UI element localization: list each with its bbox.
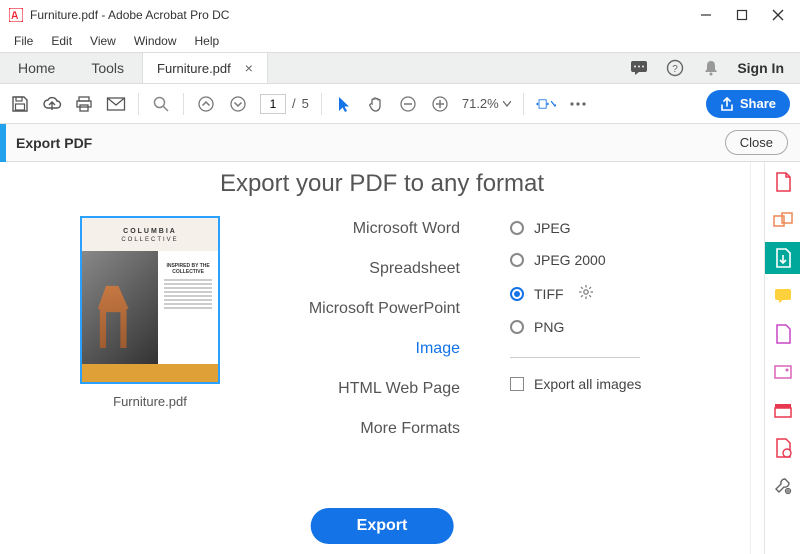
right-tools-rail	[764, 162, 800, 554]
more-tools-icon[interactable]	[773, 476, 793, 496]
bell-icon[interactable]	[701, 58, 721, 78]
page-heading: Export your PDF to any format	[0, 170, 764, 198]
close-tab-icon[interactable]: ×	[245, 60, 253, 76]
enhance-icon[interactable]	[773, 362, 793, 382]
radio-icon	[510, 320, 524, 334]
page-indicator: / 5	[260, 94, 309, 114]
page-sep: /	[292, 96, 296, 111]
menubar: File Edit View Window Help	[0, 30, 800, 52]
mail-icon[interactable]	[106, 94, 126, 114]
comment-icon[interactable]	[773, 286, 793, 306]
menu-edit[interactable]: Edit	[43, 32, 80, 50]
search-icon[interactable]	[151, 94, 171, 114]
zoom-dropdown[interactable]: 71.2%	[462, 96, 511, 111]
thumb-image	[82, 251, 158, 364]
menu-window[interactable]: Window	[126, 32, 185, 50]
menu-file[interactable]: File	[6, 32, 41, 50]
protect-icon[interactable]	[773, 400, 793, 420]
export-button[interactable]: Export	[311, 508, 454, 544]
zoom-value: 71.2%	[462, 96, 499, 111]
format-list: Microsoft Word Spreadsheet Microsoft Pow…	[270, 216, 460, 438]
thumbnail-filename: Furniture.pdf	[70, 394, 230, 409]
sign-in-link[interactable]: Sign In	[737, 60, 784, 76]
page-input[interactable]	[260, 94, 286, 114]
export-pdf-icon[interactable]	[773, 248, 793, 268]
format-image[interactable]: Image	[270, 340, 460, 358]
checkbox-icon	[510, 377, 524, 391]
combine-icon[interactable]	[773, 210, 793, 230]
help-icon[interactable]: ?	[665, 58, 685, 78]
divider	[510, 357, 640, 358]
format-html[interactable]: HTML Web Page	[270, 380, 460, 398]
option-jpeg[interactable]: JPEG	[510, 220, 641, 236]
export-panel-header: Export PDF Close	[0, 124, 800, 162]
tab-tools[interactable]: Tools	[73, 53, 142, 83]
svg-text:?: ?	[673, 64, 679, 75]
organize-icon[interactable]	[773, 324, 793, 344]
app-icon	[8, 7, 24, 23]
format-word[interactable]: Microsoft Word	[270, 220, 460, 238]
tab-document[interactable]: Furniture.pdf ×	[142, 53, 268, 83]
thumb-title: COLUMBIA	[82, 218, 218, 237]
redact-icon[interactable]	[773, 438, 793, 458]
radio-selected-icon	[510, 287, 524, 301]
scrollbar[interactable]	[750, 162, 764, 554]
radio-icon	[510, 253, 524, 267]
format-powerpoint[interactable]: Microsoft PowerPoint	[270, 300, 460, 318]
format-spreadsheet[interactable]: Spreadsheet	[270, 260, 460, 278]
settings-icon[interactable]	[578, 284, 594, 303]
option-png[interactable]: PNG	[510, 319, 641, 335]
chat-icon[interactable]	[629, 58, 649, 78]
share-icon	[720, 97, 734, 111]
maximize-button[interactable]	[724, 1, 760, 29]
menu-view[interactable]: View	[82, 32, 124, 50]
menu-help[interactable]: Help	[187, 32, 228, 50]
toolbar: / 5 71.2% Share	[0, 84, 800, 124]
format-more[interactable]: More Formats	[270, 420, 460, 438]
fit-width-icon[interactable]	[536, 94, 556, 114]
share-label: Share	[740, 96, 776, 111]
more-icon[interactable]	[568, 94, 588, 114]
tab-home[interactable]: Home	[0, 53, 73, 83]
hand-tool-icon[interactable]	[366, 94, 386, 114]
titlebar: Furniture.pdf - Adobe Acrobat Pro DC	[0, 0, 800, 30]
zoom-out-icon[interactable]	[398, 94, 418, 114]
option-export-all[interactable]: Export all images	[510, 376, 641, 392]
panel-handle	[0, 124, 6, 162]
thumb-text-panel: INSPIRED BY THE COLLECTIVE	[158, 251, 218, 364]
export-content: Export your PDF to any format COLUMBIA C…	[0, 162, 764, 554]
share-button[interactable]: Share	[706, 90, 790, 118]
close-window-button[interactable]	[760, 1, 796, 29]
page-down-icon[interactable]	[228, 94, 248, 114]
tabbar: Home Tools Furniture.pdf × ? Sign In	[0, 52, 800, 84]
cloud-icon[interactable]	[42, 94, 62, 114]
window-title: Furniture.pdf - Adobe Acrobat Pro DC	[30, 8, 229, 22]
save-icon[interactable]	[10, 94, 30, 114]
tab-document-label: Furniture.pdf	[157, 61, 231, 76]
print-icon[interactable]	[74, 94, 94, 114]
export-panel-title: Export PDF	[16, 135, 92, 151]
radio-icon	[510, 221, 524, 235]
select-tool-icon[interactable]	[334, 94, 354, 114]
image-options: JPEG JPEG 2000 TIFF PNG Export all image…	[500, 216, 641, 438]
thumb-subtitle: COLLECTIVE	[82, 237, 218, 251]
page-up-icon[interactable]	[196, 94, 216, 114]
create-pdf-icon[interactable]	[773, 172, 793, 192]
page-total: 5	[302, 96, 309, 111]
zoom-in-icon[interactable]	[430, 94, 450, 114]
option-tiff[interactable]: TIFF	[510, 284, 641, 303]
close-panel-button[interactable]: Close	[725, 130, 788, 155]
document-thumbnail[interactable]: COLUMBIA COLLECTIVE INSPIRED BY THE COLL…	[80, 216, 220, 384]
option-jpeg2000[interactable]: JPEG 2000	[510, 252, 641, 268]
minimize-button[interactable]	[688, 1, 724, 29]
